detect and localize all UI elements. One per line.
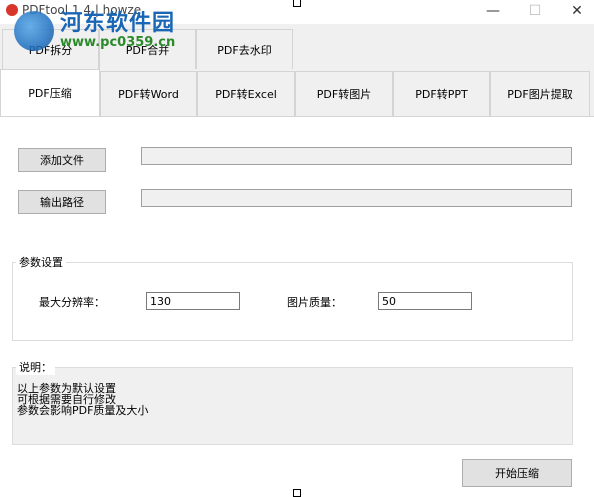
output-path-field[interactable] (141, 189, 572, 207)
resize-handle-bottom[interactable] (293, 489, 301, 497)
resize-handle-top[interactable] (293, 0, 301, 7)
tab-strip: PDF拆分 PDF合并 PDF去水印 PDF压缩 PDF转Word PDF转Ex… (0, 24, 594, 117)
tab-pdf-merge[interactable]: PDF合并 (99, 29, 196, 69)
maximize-button[interactable]: ☐ (520, 0, 550, 22)
params-group-title: 参数设置 (16, 254, 66, 270)
tab-pdf-split[interactable]: PDF拆分 (2, 29, 99, 69)
add-file-button[interactable]: 添加文件 (18, 148, 106, 172)
tab-pdf-remove-watermark[interactable]: PDF去水印 (196, 29, 293, 69)
minimize-button[interactable]: — (478, 0, 508, 22)
notes-title: 说明： (16, 359, 55, 375)
note-line: 参数会影响PDF质量及大小 (17, 404, 149, 417)
window-title: PDFtool 1.4 | howze (22, 3, 142, 17)
tab-pdf-to-ppt[interactable]: PDF转PPT (393, 71, 490, 116)
tab-pdf-to-excel[interactable]: PDF转Excel (197, 71, 295, 116)
compress-panel: 添加文件 输出路径 参数设置 最大分辨率： 图片质量： 以上参数为默认设置 可根… (0, 117, 594, 497)
image-quality-label: 图片质量： (287, 296, 342, 309)
tab-pdf-compress[interactable]: PDF压缩 (0, 69, 100, 116)
app-icon (6, 4, 18, 16)
file-path-field[interactable] (141, 147, 572, 165)
tab-pdf-image-extract[interactable]: PDF图片提取 (490, 71, 590, 116)
tab-pdf-to-word[interactable]: PDF转Word (100, 71, 197, 116)
notes-box: 以上参数为默认设置 可根据需要自行修改 参数会影响PDF质量及大小 (12, 367, 573, 445)
max-resolution-input[interactable] (146, 292, 240, 310)
start-compress-button[interactable]: 开始压缩 (462, 459, 572, 487)
output-path-button[interactable]: 输出路径 (18, 190, 106, 214)
max-resolution-label: 最大分辨率： (39, 296, 105, 309)
close-button[interactable]: ✕ (562, 0, 592, 22)
image-quality-input[interactable] (378, 292, 472, 310)
tab-pdf-to-image[interactable]: PDF转图片 (295, 71, 393, 116)
